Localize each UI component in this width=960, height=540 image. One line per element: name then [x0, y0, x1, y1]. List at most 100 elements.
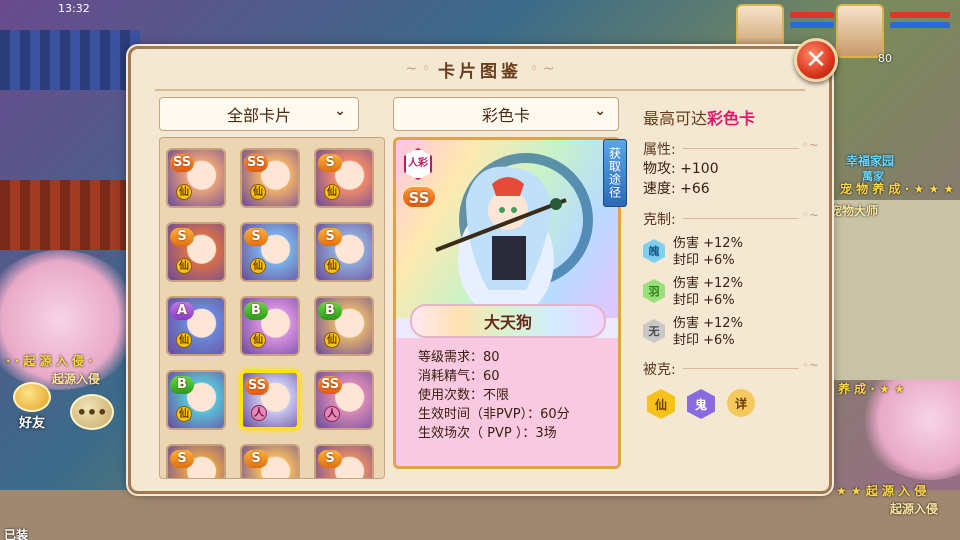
attribute-line: 速度: +66 [643, 181, 710, 197]
friend-icon [13, 382, 51, 412]
card-thumbnail[interactable]: B仙 [314, 296, 374, 356]
card-type-badge: 仙 [324, 258, 340, 274]
card-filter-dropdown[interactable]: 全部卡片 ⌄ [159, 97, 359, 131]
card-quality-dropdown[interactable]: 彩色卡 ⌄ [393, 97, 619, 131]
card-rank-badge: SS [245, 377, 270, 395]
card-thumbnail[interactable]: S仙 [166, 444, 226, 478]
speech-bubble-icon: ••• [76, 402, 108, 422]
card-name: 大天狗 [410, 304, 606, 338]
card-type-badge: 人 [324, 406, 340, 422]
close-icon: ✕ [805, 45, 827, 75]
swirl-ornament-icon: ◦~ [801, 138, 819, 152]
player-level: 80 [878, 52, 892, 65]
scene-event-text: 萬家 [862, 170, 884, 183]
obtain-source-button[interactable]: 获取途径 [603, 139, 627, 207]
card-thumbnail[interactable]: B仙 [240, 296, 300, 356]
card-type-badge: 人 [251, 405, 267, 421]
attribute-line: 物攻: +100 [643, 161, 719, 177]
school-hex-icon: 鬼 [687, 389, 715, 419]
card-type-badge: 仙 [176, 184, 192, 200]
dialog-titlebar: ~ ◦ 卡片图鉴 ◦ ~ [131, 49, 829, 89]
card-rank-badge: S [170, 228, 194, 246]
card-large-view: 人彩 SS 大天狗 等级需求：80 消耗精气：60 使用次数：不限 生效时间（非PVP… [393, 137, 621, 469]
scene-event-text: 起源入侵 [890, 502, 939, 516]
player-avatar[interactable] [836, 4, 884, 58]
school-hex-icon: 羽 [643, 279, 665, 303]
scene-event-text: 已装 [4, 528, 29, 540]
mp-bar [790, 22, 834, 28]
scene-event-text: 幸福家园 [846, 154, 895, 168]
swirl-ornament-icon: ◦ ~ [530, 61, 555, 77]
chevron-down-icon: ⌄ [594, 103, 606, 119]
card-collection-dialog: ~ ◦ 卡片图鉴 ◦ ~ 全部卡片 ⌄ SS 仙 SS 仙 S 仙 S 仙 S 仙 S 仙 A 仙 B 仙 B 仙… [128, 46, 832, 494]
card-type-badge: 仙 [250, 332, 266, 348]
card-thumbnail[interactable]: S仙 [314, 222, 374, 282]
card-rank-badge: B [170, 376, 194, 394]
counter-line: 封印 +6% [673, 333, 735, 348]
card-type-badge: 仙 [324, 332, 340, 348]
chat-button[interactable]: ••• [70, 394, 114, 430]
hp-bar [890, 12, 950, 18]
scene-ground [830, 200, 960, 380]
friend-button[interactable]: 好友 [8, 382, 56, 438]
card-thumbnail[interactable]: SS 仙 [240, 148, 300, 208]
counter-row: 羽伤害 +12% 封印 +6% [643, 275, 819, 309]
weakness-heading-label: 被克: [643, 362, 676, 378]
card-rank-badge: S [170, 450, 194, 468]
card-type-badge: 仙 [176, 332, 192, 348]
scene-ground [0, 490, 960, 540]
scene-event-text: 宠物大师 [830, 204, 879, 218]
max-rank-text: 最高可达彩色卡 [643, 105, 819, 129]
card-rank-badge: S [318, 154, 342, 172]
card-type-badge: 仙 [250, 184, 266, 200]
max-rank-highlight: 彩色卡 [707, 109, 756, 128]
card-grid[interactable]: SS仙SS仙S仙S仙S仙S仙A仙B仙B仙B仙SS人SS人S仙S仙S仙 [159, 137, 385, 479]
card-rank-badge: S [244, 450, 268, 468]
card-stat-line: 生效场次（ PVP ）：3场 [418, 426, 557, 441]
close-button[interactable]: ✕ [794, 38, 838, 82]
card-thumbnail[interactable]: S仙 [314, 148, 374, 208]
card-thumbnail[interactable]: SS 仙 [166, 148, 226, 208]
card-thumbnail[interactable]: A仙 [166, 296, 226, 356]
card-thumbnail[interactable]: S仙 [166, 222, 226, 282]
card-rank-badge: S [244, 228, 268, 246]
dialog-title: 卡片图鉴 [438, 61, 522, 82]
card-thumbnail[interactable]: SS 人 [240, 370, 300, 430]
counter-line: 伤害 +12% [673, 236, 743, 251]
card-rank-badge: S [318, 450, 342, 468]
scene-roof [0, 180, 140, 250]
scene-blossom [0, 250, 140, 390]
card-type-badge: 仙 [176, 406, 192, 422]
chevron-down-icon: ⌄ [334, 103, 346, 119]
counter-list: 魄伤害 +12% 封印 +6% 羽伤害 +12% 封印 +6% 无伤害 +12% 封印 +… [643, 235, 819, 349]
hp-bar [790, 12, 834, 18]
counter-heading: 克制: ◦~ [643, 208, 819, 229]
friend-label: 好友 [18, 416, 45, 431]
counter-heading-label: 克制: [643, 212, 676, 228]
counter-row: 无伤害 +12% 封印 +6% [643, 315, 819, 349]
card-thumbnail[interactable]: S仙 [314, 444, 374, 478]
card-thumbnail[interactable]: B仙 [166, 370, 226, 430]
card-stat-line: 生效时间（非PVP）：60分 [418, 407, 570, 422]
card-thumbnail[interactable]: S仙 [240, 222, 300, 282]
card-rank-badge: A [170, 302, 194, 320]
counter-line: 伤害 +12% [673, 316, 743, 331]
attributes-heading: 属性: ◦~ [643, 138, 819, 159]
scene-event-text: · · 起 源 入 侵 · [6, 354, 93, 368]
swirl-ornament-icon: ◦~ [801, 358, 819, 372]
card-list-panel: 全部卡片 ⌄ SS仙SS仙S仙S仙S仙S仙A仙B仙B仙B仙SS人SS人S仙S仙S… [159, 97, 385, 479]
card-stat-line: 等级需求：80 [418, 350, 500, 365]
card-filter-label: 全部卡片 [226, 106, 291, 125]
card-stat-line: 消耗精气：60 [418, 369, 500, 384]
school-hex-icon: 仙 [647, 389, 675, 419]
card-thumbnail[interactable]: S仙 [240, 444, 300, 478]
detail-button[interactable]: 详 [727, 389, 755, 417]
card-type-badge: 仙 [176, 258, 192, 274]
attributes-heading-label: 属性: [643, 142, 676, 158]
card-rank-badge: S [318, 228, 342, 246]
swirl-ornament-icon: ◦~ [801, 208, 819, 222]
card-thumbnail[interactable]: SS 人 [314, 370, 374, 430]
max-rank-prefix: 最高可达 [643, 109, 708, 128]
scene-event-text: 起源入侵 [52, 372, 101, 386]
card-rank-badge: B [244, 302, 268, 320]
